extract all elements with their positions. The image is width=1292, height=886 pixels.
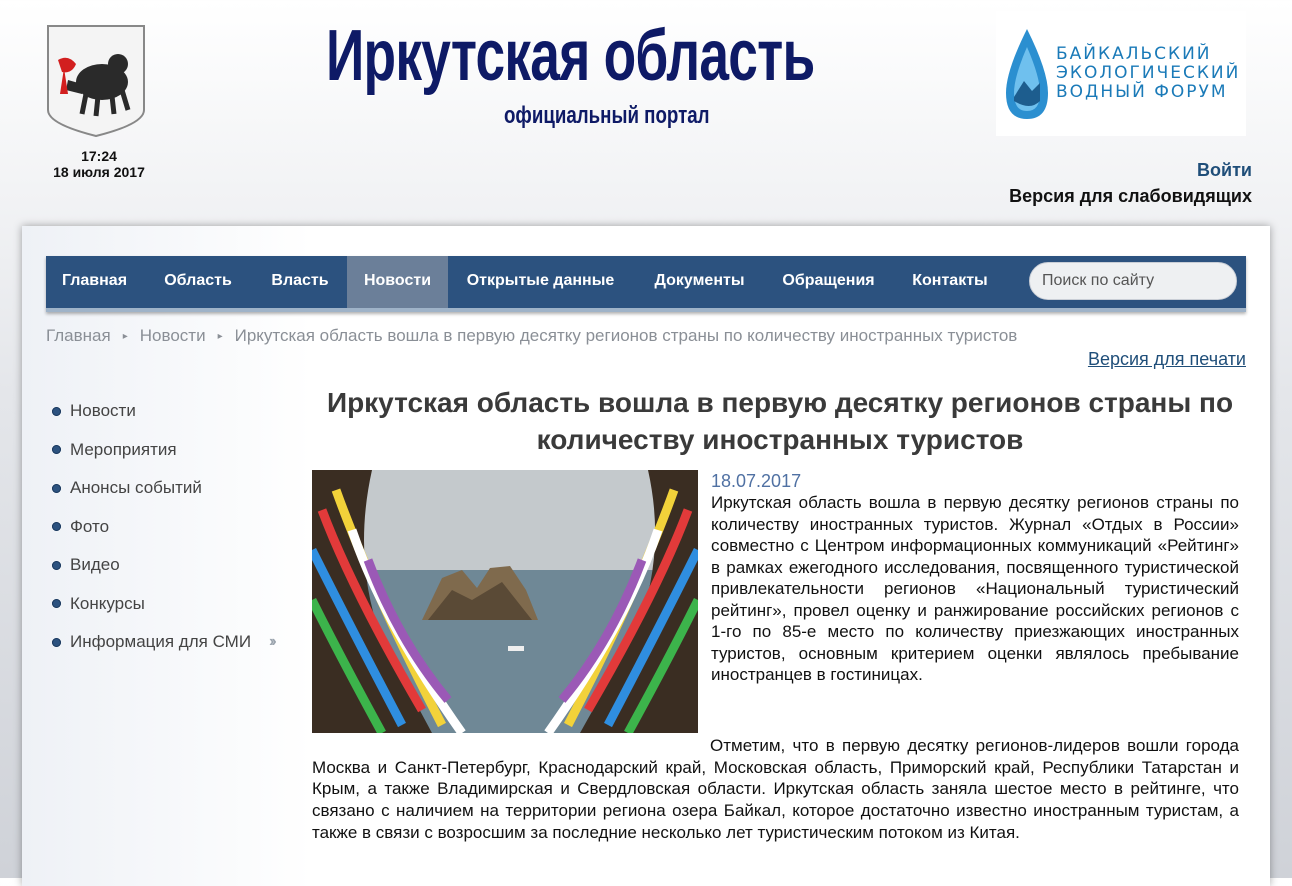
print-version-link[interactable]: Версия для печати	[1062, 349, 1246, 370]
low-vision-version-link[interactable]: Версия для слабовидящих	[930, 186, 1252, 207]
coat-of-arms-logo[interactable]	[46, 24, 146, 138]
main-navigation: Главная Область Власть Новости Открытые …	[46, 256, 1246, 312]
login-link[interactable]: Войти	[1150, 160, 1252, 181]
forum-line-2: ЭКОЛОГИЧЕСКИЙ	[1056, 63, 1241, 83]
search-input[interactable]	[1029, 262, 1237, 300]
article-photo[interactable]	[312, 470, 698, 733]
sidebar-item-label: Новости	[70, 401, 136, 421]
sidebar-item-photo[interactable]: Фото	[52, 508, 312, 547]
forum-line-1: БАЙКАЛЬСКИЙ	[1056, 44, 1212, 64]
sidebar-item-label: Фото	[70, 516, 110, 536]
sidebar-item-label: Мероприятия	[70, 439, 177, 459]
nav-item-news[interactable]: Новости	[347, 256, 448, 308]
nav-item-contacts[interactable]: Контакты	[891, 256, 1009, 308]
article-title: Иркутская область вошла в первую десятку…	[326, 387, 1234, 455]
sidebar-item-video[interactable]: Видео	[52, 546, 312, 585]
sidebar-item-label: Видео	[70, 555, 120, 575]
bullet-icon	[52, 483, 61, 493]
article-paragraph: Отметим, что в первую десятку регионов-л…	[312, 736, 1239, 842]
sidebar-item-label: Конкурсы	[70, 593, 145, 613]
nav-item-authority[interactable]: Власть	[253, 256, 347, 308]
article-date: 18.07.2017	[711, 471, 802, 491]
site-title-link[interactable]: Иркутская область официальный портал	[326, 14, 966, 129]
breadcrumb-separator-icon: ▸	[122, 331, 128, 342]
bullet-icon	[52, 560, 61, 570]
water-drop-icon	[1006, 29, 1048, 119]
bullet-icon	[52, 522, 61, 532]
content-panel: Главная Область Власть Новости Открытые …	[22, 226, 1270, 886]
bullet-icon	[52, 637, 61, 647]
bullet-icon	[52, 406, 61, 416]
nav-item-region[interactable]: Область	[143, 256, 253, 308]
sidebar-item-media-info[interactable]: Информация для СМИ ››	[52, 623, 312, 662]
breadcrumb-news[interactable]: Новости	[140, 326, 206, 345]
nav-item-documents[interactable]: Документы	[633, 256, 766, 308]
sidebar-item-contests[interactable]: Конкурсы	[52, 585, 312, 624]
breadcrumb-current: Иркутская область вошла в первую десятку…	[234, 326, 1018, 345]
breadcrumb-home[interactable]: Главная	[46, 326, 111, 345]
nav-item-home[interactable]: Главная	[46, 256, 143, 308]
site-subtitle: официальный портал	[504, 102, 710, 129]
clock: 17:24 18 июля 2017	[40, 148, 158, 180]
site-header: 17:24 18 июля 2017 Иркутская область офи…	[0, 0, 1292, 226]
sidebar-item-label: Анонсы событий	[70, 478, 202, 498]
double-chevron-right-icon[interactable]: ››	[269, 633, 276, 651]
sidebar-menu: Новости Мероприятия Анонсы событий Фото …	[52, 392, 312, 662]
sidebar-item-label: Информация для СМИ	[70, 632, 252, 652]
sidebar-item-announcements[interactable]: Анонсы событий	[52, 469, 312, 508]
forum-banner-text: БАЙКАЛЬСКИЙ ЭКОЛОГИЧЕСКИЙ ВОДНЫЙ ФОРУМ	[1056, 45, 1240, 102]
clock-time: 17:24	[81, 148, 117, 164]
sidebar-item-news[interactable]: Новости	[52, 392, 312, 431]
site-title: Иркутская область	[326, 16, 815, 96]
clock-date: 18 июля 2017	[53, 164, 145, 180]
breadcrumb: Главная ▸ Новости ▸ Иркутская область вошла …	[46, 326, 1017, 346]
nav-item-appeals[interactable]: Обращения	[766, 256, 891, 308]
forum-line-3: ВОДНЫЙ ФОРУМ	[1056, 82, 1228, 102]
bullet-icon	[52, 599, 61, 609]
article-lead: Иркутская область вошла в первую десятку…	[711, 493, 1239, 684]
breadcrumb-separator-icon: ▸	[217, 331, 223, 342]
baikal-forum-banner[interactable]: БАЙКАЛЬСКИЙ ЭКОЛОГИЧЕСКИЙ ВОДНЫЙ ФОРУМ	[996, 11, 1246, 136]
bullet-icon	[52, 445, 61, 455]
sidebar-item-events[interactable]: Мероприятия	[52, 431, 312, 470]
nav-item-open-data[interactable]: Открытые данные	[448, 256, 633, 308]
